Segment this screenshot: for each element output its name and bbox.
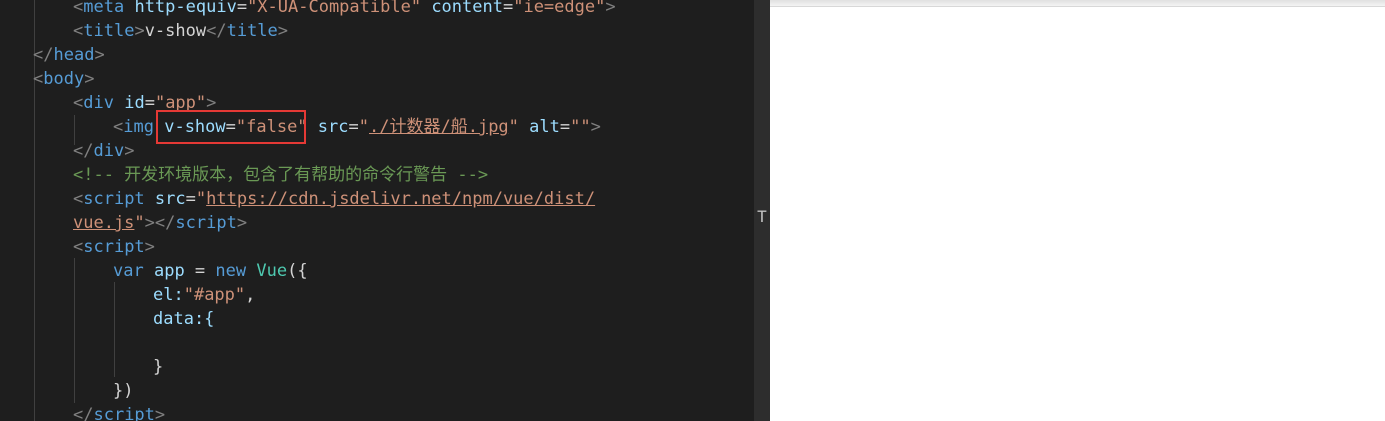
browser-preview <box>770 0 1385 421</box>
code-line-1[interactable]: <meta http-equiv="X-UA-Compatible" conte… <box>73 0 616 19</box>
tag-name: title <box>226 21 278 41</box>
bracket: </ <box>154 213 176 233</box>
operator: = <box>348 117 359 137</box>
bracket: < <box>73 21 84 41</box>
attr-name: content <box>431 0 503 17</box>
attr-name: src <box>317 117 349 137</box>
bracket: > <box>154 405 166 421</box>
property-key: data:{ <box>153 309 215 329</box>
tag-name: script <box>83 189 145 209</box>
editor-scrollbar[interactable]: T <box>754 0 770 421</box>
indent-guide <box>114 282 115 377</box>
bracket: > <box>590 117 601 137</box>
bracket: > <box>236 213 248 233</box>
attr-name: src <box>154 189 186 209</box>
code-line-2[interactable]: <title>v-show</title> <box>73 19 288 43</box>
punctuation: ({ <box>287 261 308 281</box>
keyword: new <box>215 261 247 281</box>
quote: " <box>508 117 519 137</box>
bracket: > <box>94 45 105 65</box>
bracket: < <box>73 93 84 113</box>
code-line-16[interactable]: } <box>153 355 163 379</box>
punctuation: }) <box>113 381 134 401</box>
bracket: < <box>113 117 124 137</box>
operator: = <box>184 261 216 281</box>
code-line-11[interactable]: <script> <box>73 235 155 259</box>
bracket: > <box>84 69 95 89</box>
code-line-18[interactable]: </script> <box>73 403 165 421</box>
title-text: v-show <box>144 21 207 41</box>
tag-name: head <box>53 45 95 65</box>
attr-name: id <box>124 93 145 113</box>
operator: = <box>236 0 248 17</box>
tag-name: body <box>43 69 85 89</box>
tag-name: script <box>83 237 145 257</box>
bracket: </ <box>73 405 94 421</box>
punctuation: , <box>245 285 256 305</box>
html-comment: <!-- 开发环境版本，包含了有帮助的命令行警告 --> <box>73 165 489 185</box>
class-name: Vue <box>256 261 288 281</box>
bracket: > <box>134 21 145 41</box>
tag-name: div <box>93 141 125 161</box>
operator: = <box>559 117 571 137</box>
variable: app <box>153 261 185 281</box>
indent-guide <box>74 258 75 403</box>
code-line-12[interactable]: var app = new Vue({ <box>113 259 308 283</box>
tag-name: meta <box>83 0 125 17</box>
punctuation: } <box>153 357 164 377</box>
keyword: var <box>113 261 144 281</box>
bracket: > <box>605 0 616 17</box>
preview-top-edge <box>770 0 1385 7</box>
cdn-url-link[interactable]: vue.js <box>73 213 134 233</box>
bracket: </ <box>33 45 54 65</box>
attr-value: "ie=edge" <box>513 0 606 17</box>
code-line-8[interactable]: <!-- 开发环境版本，包含了有帮助的命令行警告 --> <box>73 163 488 187</box>
attr-value: "" <box>570 117 591 137</box>
bracket: > <box>124 141 135 161</box>
quote: " <box>195 189 207 209</box>
code-line-17[interactable]: }) <box>113 379 133 403</box>
attr-name: alt <box>529 117 560 137</box>
highlight-box <box>156 110 306 144</box>
code-line-3[interactable]: </head> <box>33 43 105 67</box>
cdn-url-link[interactable]: https://cdn.jsdelivr.net/npm/vue/dist/ <box>206 189 595 209</box>
quote: " <box>134 213 145 233</box>
scrollbar-marker: T <box>757 207 767 226</box>
property-key: el: <box>153 285 184 305</box>
bracket: </ <box>206 21 227 41</box>
string-value: "#app" <box>183 285 246 305</box>
bracket: < <box>73 189 84 209</box>
tag-name: img <box>123 117 154 137</box>
code-line-10[interactable]: vue.js"></script> <box>73 211 247 235</box>
bracket: < <box>73 0 84 17</box>
attr-value: "X-UA-Compatible" <box>247 0 422 17</box>
code-line-7[interactable]: </div> <box>73 139 134 163</box>
attr-name: http-equiv <box>134 0 237 17</box>
bracket: < <box>73 237 84 257</box>
tag-name: script <box>93 405 155 421</box>
bracket: > <box>277 21 289 41</box>
code-editor[interactable]: <meta http-equiv="X-UA-Compatible" conte… <box>0 0 754 421</box>
operator: = <box>185 189 196 209</box>
tag-name: div <box>83 93 114 113</box>
code-line-9[interactable]: <script src="https://cdn.jsdelivr.net/np… <box>73 187 595 211</box>
quote: " <box>358 117 370 137</box>
operator: = <box>144 93 155 113</box>
tag-name: title <box>83 21 135 41</box>
bracket: </ <box>73 141 94 161</box>
tag-name: script <box>175 213 237 233</box>
bracket: > <box>144 237 155 257</box>
code-line-4[interactable]: <body> <box>33 67 94 91</box>
operator: = <box>502 0 514 17</box>
code-line-13[interactable]: el:"#app", <box>153 283 255 307</box>
bracket: > <box>144 213 155 233</box>
code-line-14[interactable]: data:{ <box>153 307 214 331</box>
image-path-link[interactable]: ./计数器/船.jpg <box>369 117 509 137</box>
bracket: < <box>33 69 44 89</box>
